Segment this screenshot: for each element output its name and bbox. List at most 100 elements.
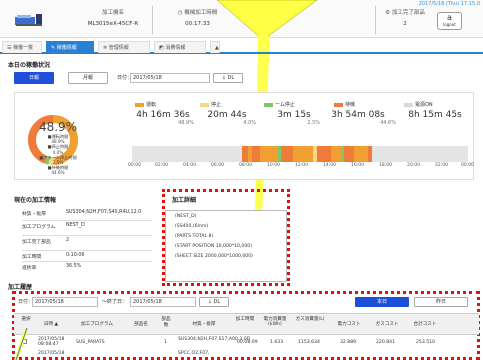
tab-more[interactable]: ▲: [210, 41, 220, 53]
current-value: 0:10:06: [66, 253, 85, 258]
col-header[interactable]: 電力消費量(kWh): [260, 316, 290, 327]
stat-pct: 2.5%: [307, 120, 320, 126]
done-parts-label-text: 加工完了部品: [391, 10, 425, 16]
timeline-tick: 12:00: [295, 163, 308, 168]
stat-alarm: 3m 15s 2.5%: [268, 110, 320, 126]
row-divider: [22, 261, 152, 262]
header-datetime: 2017/5/18 (Thu) 17:15:0: [418, 1, 480, 7]
logout-label: logout: [443, 22, 456, 27]
history-to-input[interactable]: 2017/05/18: [130, 297, 196, 307]
header-divider: [375, 6, 376, 34]
legend-swatch: [404, 102, 413, 107]
donut-legend-line: 44.6%: [51, 170, 65, 176]
tab-management-label: 管理情報: [108, 45, 129, 51]
status-title: 本日の稼働状況: [8, 62, 51, 69]
legend-label: 待機: [345, 102, 356, 108]
legend-label: ーム停止: [275, 102, 295, 108]
cell-datetime: 2017/05/18: [38, 351, 65, 356]
dl-button[interactable]: ↓ DL: [213, 73, 243, 83]
current-title: 現在の加工情報: [14, 197, 57, 204]
legend-swatch: [135, 102, 144, 107]
timeline-tick: 20:00: [407, 163, 420, 168]
col-header[interactable]: 加工時間: [234, 316, 256, 322]
timeline-tick: 08:00: [239, 163, 252, 168]
cell-power: 1.633: [270, 340, 284, 345]
highlight-detail: [162, 189, 290, 286]
timeline-tick: 18:00: [379, 163, 392, 168]
stat-stop: 20m 44s 4.0%: [198, 110, 256, 126]
current-value: NEST_D: [66, 223, 85, 228]
legend-swatch: [200, 102, 209, 107]
stat-time: 3h 54m 08s: [331, 110, 385, 120]
tab-status[interactable]: ✎ 稼働情報: [46, 41, 94, 53]
col-header[interactable]: 部品名: [126, 321, 156, 327]
col-header[interactable]: ガス消費量(L): [294, 316, 326, 322]
current-key: 加工プログラム: [22, 225, 56, 230]
legend-swatch: [264, 102, 273, 107]
row-divider: [22, 235, 152, 236]
history-yesterday-button[interactable]: 昨日: [414, 297, 468, 307]
current-key: 加工時間: [22, 255, 42, 260]
history-from-input[interactable]: 2017/05/18: [32, 297, 98, 307]
callout-bubble: [217, 0, 317, 40]
legend-power: 電源ON: [404, 101, 433, 108]
tab-consumption-label: 消費情報: [165, 45, 186, 51]
timeline-tick: 04:00: [183, 163, 196, 168]
tab-status-label: 稼働情報: [56, 45, 77, 51]
timeline-tick: 16:00: [351, 163, 364, 168]
cell-total-cost: 253.510: [416, 340, 435, 345]
history-to-label: ～終了日：: [102, 299, 128, 305]
stat-pct: 48.9%: [178, 120, 194, 126]
daily-button[interactable]: 日報: [14, 72, 54, 84]
history-dl-button[interactable]: ↓ DL: [199, 297, 229, 307]
stat-wait: 3h 54m 08s 44.6%: [320, 110, 396, 126]
timeline-tick: 22:00: [435, 163, 448, 168]
timeline-tick: 00:00: [461, 163, 474, 168]
current-key: 材質・板厚: [22, 212, 46, 217]
timeline-tick: 14:00: [323, 163, 336, 168]
stat-time: 4h 16m 36s: [136, 110, 190, 120]
callout-arrow: [14, 328, 28, 360]
machine-name-label: 加工機名: [101, 10, 124, 16]
stat-power: 8h 15m 45s: [400, 110, 470, 120]
col-header[interactable]: 材質・板厚: [179, 321, 229, 327]
stat-pct: 4.0%: [243, 120, 256, 126]
col-header[interactable]: 日時 ▲: [36, 321, 66, 327]
run-time-label-text: 機械加工時間: [184, 10, 218, 16]
cell-material: SUS304,N2H,F07,S17,A00,3.0D: [178, 337, 251, 342]
history-today-button[interactable]: 本日: [355, 297, 409, 307]
history-from-label: 日付：: [18, 299, 34, 305]
legend-run: 運転: [135, 101, 156, 108]
date-input[interactable]: 2017/05/18: [130, 73, 210, 83]
stat-run: 4h 16m 36s 48.9%: [132, 110, 194, 126]
col-header[interactable]: ガスコスト: [370, 321, 404, 327]
tab-list[interactable]: ☰ 稼働一覧: [2, 41, 42, 53]
legend-alarm: ーム停止: [264, 101, 295, 108]
machine-name-cell: 加工機名 ML3015eX-45CF-R: [78, 8, 148, 27]
current-key: 進捗率: [22, 266, 37, 271]
col-header[interactable]: 部品数: [160, 316, 172, 328]
legend-label: 停止: [211, 102, 222, 108]
col-header[interactable]: 電力コスト: [332, 321, 366, 327]
col-header[interactable]: 加工プログラム: [72, 321, 122, 327]
tab-consumption[interactable]: ◩ 消費情報: [154, 41, 206, 53]
legend-wait: 待機: [334, 101, 355, 108]
col-header[interactable]: 合計コスト: [408, 321, 442, 327]
history-title: 加工履歴: [8, 284, 33, 291]
current-key: 加工完了部品: [22, 240, 51, 245]
gear-icon: ⚙: [385, 10, 391, 16]
tab-bar: ☰ 稼働一覧 ✎ 稼働情報 ✲ 管理情報 ◩ 消費情報 ▲: [0, 39, 483, 54]
current-value: 36.5%: [66, 264, 82, 269]
stat-time: 20m 44s: [207, 110, 247, 120]
cell-material: SPCC,O2,F07,: [178, 351, 210, 356]
timeline-tick: 06:00: [211, 163, 224, 168]
machine-name-value: ML3015eX-45CF-R: [87, 21, 139, 27]
tab-management[interactable]: ✲ 管理情報: [98, 41, 150, 53]
legend-swatch: [334, 102, 343, 107]
donut-center-pct: 48.9%: [38, 120, 78, 134]
legend-stop: 停止: [200, 101, 221, 108]
logout-button[interactable]: a logout: [437, 12, 462, 30]
monthly-button[interactable]: 月報: [68, 72, 108, 84]
cell-parts-count: 1: [164, 340, 167, 345]
timeline-tick: 10:00: [267, 163, 280, 168]
